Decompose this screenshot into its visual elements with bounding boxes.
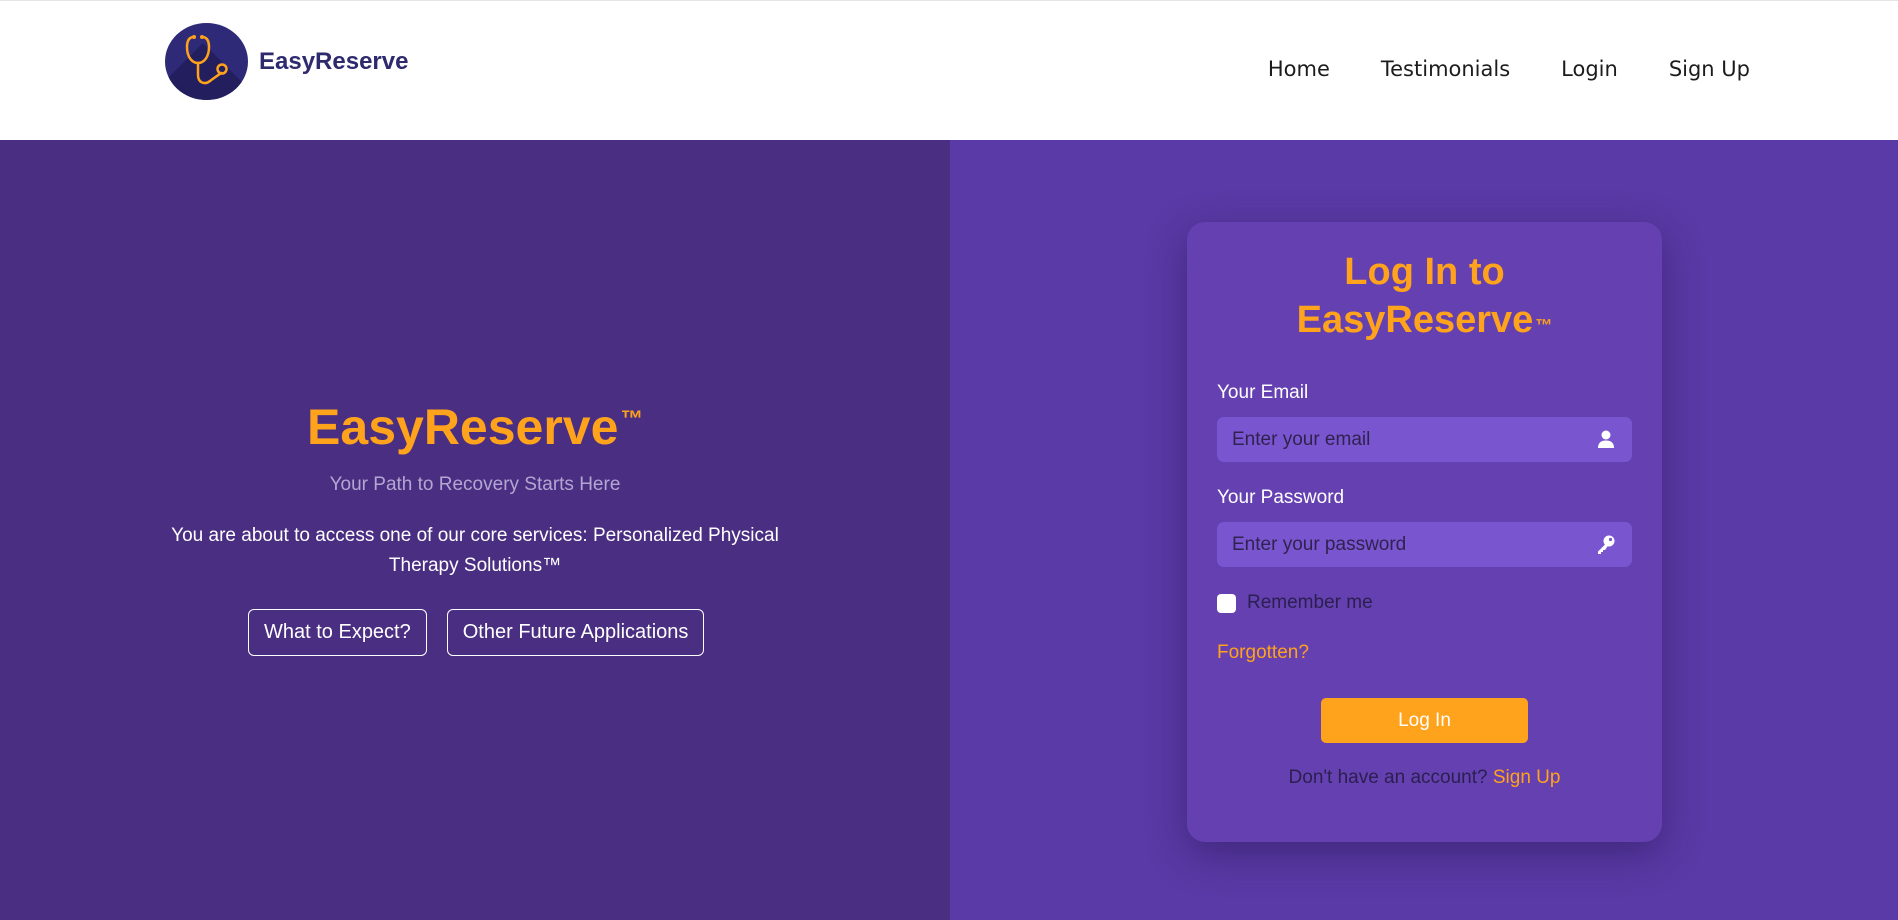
hero-title: EasyReserve™ [0,398,950,456]
stethoscope-icon [185,35,228,85]
password-field-wrapper [1217,522,1632,567]
hero-description: You are about to access one of our core … [171,525,779,576]
hero-subtitle: Your Path to Recovery Starts Here [329,474,621,495]
log-in-button[interactable]: Log In [1321,698,1528,743]
other-future-applications-button[interactable]: Other Future Applications [446,609,705,656]
brand-name: EasyReserve [259,47,409,75]
login-trademark: ™ [1535,315,1553,335]
login-title-line2: EasyReserve [1296,299,1534,341]
brand-link[interactable]: EasyReserve [165,23,408,100]
user-icon [1598,430,1614,448]
email-label: Your Email [1217,382,1309,403]
nav-login[interactable]: Login [1561,57,1618,81]
login-title: Log In to EasyReserve ™ [1187,248,1662,344]
password-input[interactable] [1217,522,1632,567]
what-to-expect-button[interactable]: What to Expect? [248,609,427,656]
password-label: Your Password [1217,487,1345,508]
sign-up-link[interactable]: Sign Up [1493,767,1561,788]
login-card: Log In to EasyReserve™ Your Email Your P… [1187,222,1662,842]
key-icon [1598,535,1615,554]
hero-trademark: ™ [620,405,643,431]
hero-button-group: What to Expect? Other Future Application… [248,609,705,656]
nav-sign-up[interactable]: Sign Up [1669,57,1750,81]
nav-home[interactable]: Home [1268,57,1330,81]
email-field-wrapper [1217,417,1632,462]
hero-panel: EasyReserve™ Your Path to Recovery Start… [0,140,950,920]
nav-testimonials[interactable]: Testimonials [1381,57,1510,81]
main-nav: Home Testimonials Login Sign Up [1268,57,1750,81]
hero-title-text: EasyReserve [307,399,619,455]
remember-me-label: Remember me [1247,592,1373,613]
top-navbar: EasyReserve Home Testimonials Login Sign… [0,0,1898,140]
login-panel: Log In to EasyReserve™ Your Email Your P… [950,140,1898,920]
email-input[interactable] [1217,417,1632,462]
brand-logo [165,23,248,100]
signup-prompt-row: Don't have an account? Sign Up [1187,767,1662,789]
forgot-password-link[interactable]: Forgotten? [1217,642,1309,664]
remember-me-row: Remember me [1217,592,1373,614]
remember-me-checkbox[interactable] [1217,593,1236,613]
signup-prompt-text: Don't have an account? [1288,767,1488,788]
login-title-line1: Log In to [1344,251,1505,293]
